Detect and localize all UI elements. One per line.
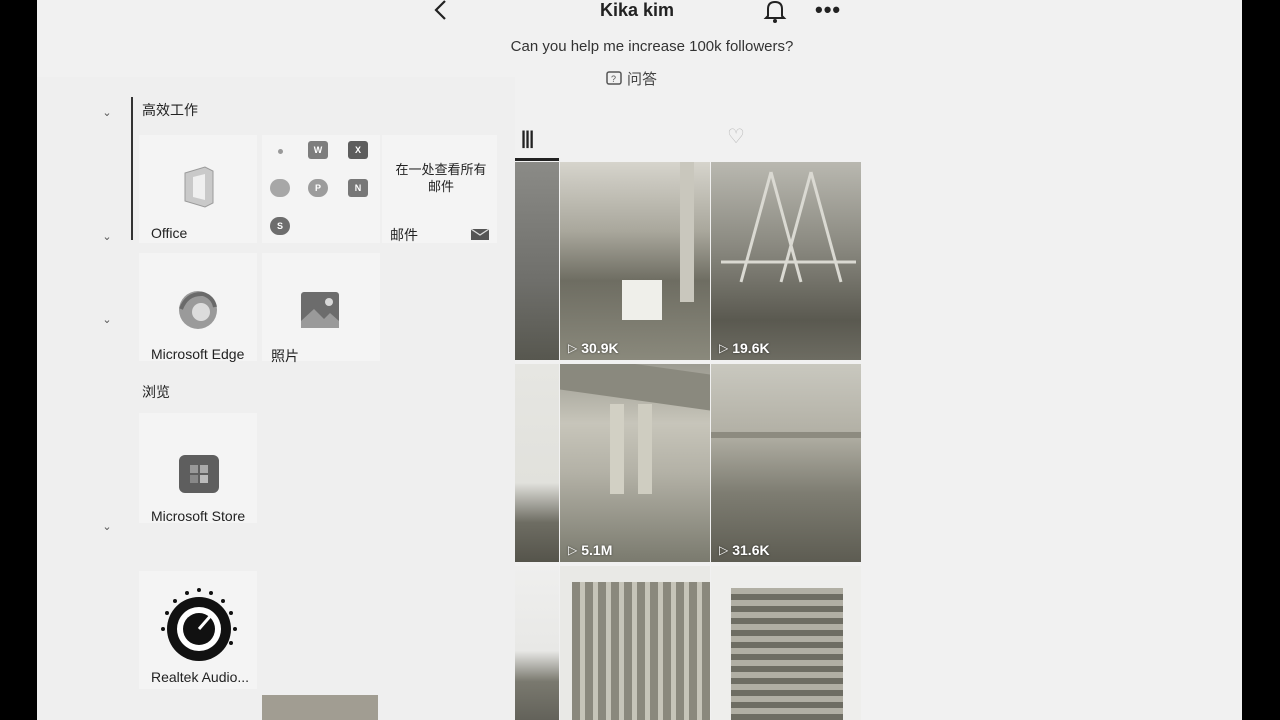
thumb-sign	[622, 280, 662, 320]
thumb-horizon-bridge	[711, 432, 861, 438]
group-divider	[131, 97, 133, 240]
profile-bio: Can you help me increase 100k followers?	[510, 38, 794, 55]
store-icon	[179, 455, 219, 493]
chevron-down-icon[interactable]: ⌄	[100, 520, 114, 534]
edge-tile[interactable]: Microsoft Edge	[139, 253, 257, 362]
chevron-down-icon[interactable]: ⌄	[100, 313, 114, 327]
view-count-value: 31.6K	[732, 542, 770, 558]
view-count: ▷ 30.9K	[568, 340, 619, 356]
photos-icon	[301, 292, 339, 328]
group-label-productivity[interactable]: 高效工作	[142, 100, 198, 120]
heart-icon[interactable]: ♡	[727, 124, 745, 149]
thumb-structure	[721, 171, 856, 283]
thumb-pier	[638, 404, 652, 494]
chevron-down-icon[interactable]: ⌄	[100, 230, 114, 244]
realtek-audio-icon	[161, 588, 237, 661]
realtek-tile[interactable]: Realtek Audio...	[139, 571, 257, 689]
office-label: Office	[151, 225, 188, 241]
play-icon: ▷	[719, 341, 729, 355]
mini-apps-tile: W X P N S	[262, 135, 380, 243]
play-icon: ▷	[719, 543, 729, 557]
svg-text:?: ?	[611, 74, 616, 84]
play-icon: ▷	[568, 341, 578, 355]
more-dots-icon[interactable]: •••	[815, 0, 841, 23]
video-thumbnail[interactable]	[560, 566, 710, 720]
play-icon: ▷	[568, 543, 578, 557]
edge-label: Microsoft Edge	[151, 346, 245, 362]
word-icon[interactable]: W	[308, 141, 328, 159]
video-thumbnail[interactable]	[515, 364, 559, 562]
dot-icon	[278, 149, 283, 154]
mail-icon	[470, 228, 490, 240]
onedrive-icon[interactable]	[270, 179, 290, 197]
tab-active-indicator	[515, 158, 559, 161]
qa-icon: ?	[606, 70, 622, 85]
view-count: ▷ 19.6K	[719, 340, 770, 356]
view-count-value: 5.1M	[581, 542, 613, 558]
thumb-pillar	[680, 162, 694, 302]
view-count-value: 19.6K	[732, 340, 770, 356]
thumb-bridge-deck	[560, 364, 710, 411]
mail-tile[interactable]: 在一处查看所有邮件 邮件	[382, 135, 497, 243]
view-count: ▷ 5.1M	[568, 542, 612, 558]
video-thumbnail[interactable]: ▷ 19.6K	[711, 162, 861, 360]
video-thumbnail[interactable]	[515, 162, 559, 360]
group-label-browse[interactable]: 浏览	[142, 382, 170, 402]
store-label: Microsoft Store	[151, 508, 246, 524]
onenote-icon[interactable]: N	[348, 179, 368, 197]
video-thumbnail[interactable]: ▷ 31.6K	[711, 364, 861, 562]
skype-icon[interactable]: S	[270, 217, 290, 235]
chevron-down-icon[interactable]: ⌄	[100, 106, 114, 120]
photos-tile[interactable]: 照片	[262, 253, 380, 364]
qa-button[interactable]: ? 问答	[605, 68, 685, 89]
powerpoint-icon[interactable]: P	[308, 179, 328, 197]
video-thumbnail[interactable]	[711, 566, 861, 720]
video-thumbnail[interactable]	[515, 566, 559, 720]
video-thumbnail[interactable]: ▷ 30.9K	[560, 162, 710, 360]
office-icon	[184, 166, 214, 208]
video-thumbnail[interactable]: ▷ 5.1M	[560, 364, 710, 562]
view-count: ▷ 31.6K	[719, 542, 770, 558]
realtek-label: Realtek Audio...	[151, 669, 250, 685]
view-count-value: 30.9K	[581, 340, 619, 356]
bell-icon[interactable]	[760, 0, 790, 26]
mail-label: 邮件	[390, 227, 418, 243]
excel-icon[interactable]: X	[348, 141, 368, 159]
qa-label: 问答	[627, 71, 658, 88]
mail-promo-text: 在一处查看所有邮件	[395, 162, 487, 194]
thumb-pier	[610, 404, 624, 494]
office-tile[interactable]: Office	[139, 135, 257, 243]
grid-icon[interactable]: |||	[521, 128, 534, 149]
thumb-building	[731, 588, 843, 720]
screen: Kika kim ••• Can you help me increase 10…	[37, 0, 1242, 720]
partial-tile[interactable]	[262, 695, 378, 720]
store-tile[interactable]: Microsoft Store	[139, 413, 257, 524]
back-chevron-icon[interactable]	[429, 0, 455, 24]
edge-icon	[179, 291, 217, 329]
photos-label: 照片	[271, 348, 299, 364]
start-menu-panel: ⌄ ⌄ ⌄ ⌄ 高效工作 Office W X P N S 在一处查看所有邮件 …	[37, 77, 515, 720]
profile-title: Kika kim	[599, 0, 675, 20]
thumb-building	[572, 582, 710, 720]
